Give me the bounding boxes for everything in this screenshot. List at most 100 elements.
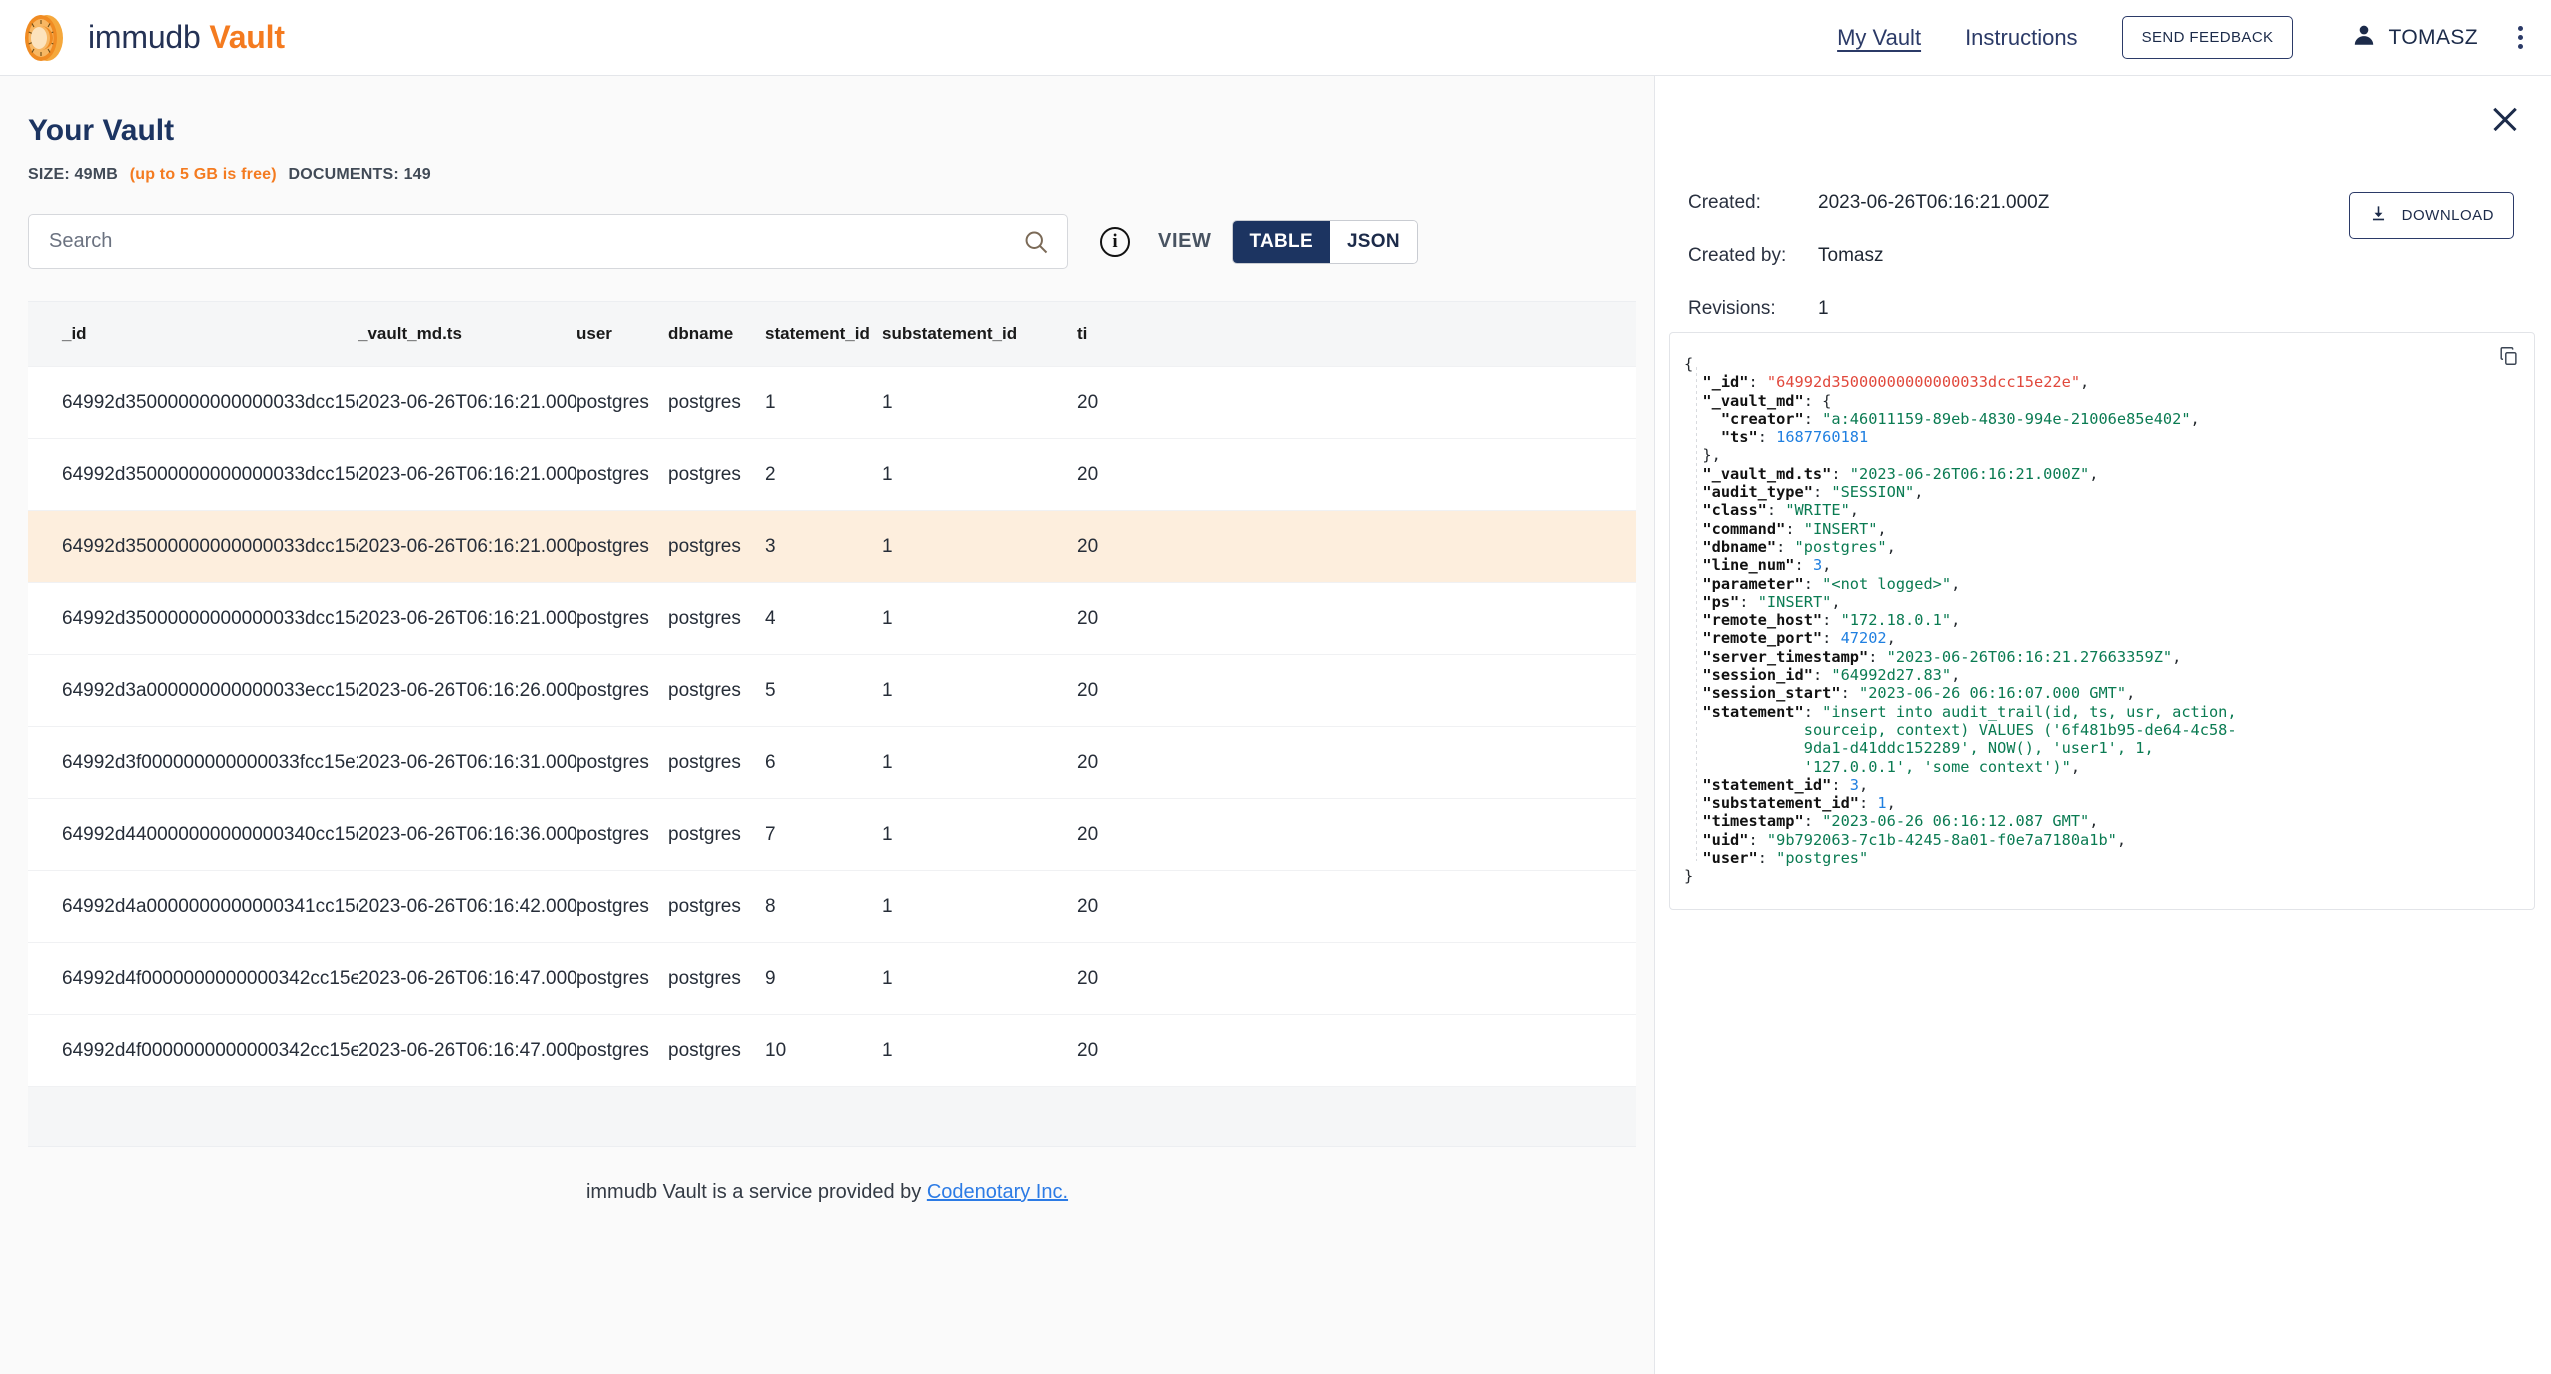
cell-timestamp: 20 bbox=[1077, 679, 1099, 701]
nav-my-vault[interactable]: My Vault bbox=[1837, 25, 1921, 51]
cell-statement-id: 5 bbox=[765, 679, 776, 701]
created-value: 2023-06-26T06:16:21.000Z bbox=[1818, 192, 2050, 213]
info-circle-icon[interactable]: i bbox=[1100, 226, 1130, 257]
send-feedback-button[interactable]: SEND FEEDBACK bbox=[2121, 16, 2294, 59]
cell-dbname: postgres bbox=[668, 391, 741, 413]
column-header-timestamp[interactable]: ti bbox=[1077, 324, 1197, 344]
cell-timestamp: 20 bbox=[1077, 463, 1099, 485]
cell-dbname: postgres bbox=[668, 463, 741, 485]
cell-timestamp: 20 bbox=[1077, 607, 1099, 629]
table-row[interactable]: 64992d3f000000000000033fcc15e231 2023-06… bbox=[28, 727, 1636, 799]
cell-ts: 2023-06-26T06:16:21.000Z bbox=[358, 463, 576, 485]
cell-timestamp: 20 bbox=[1077, 895, 1099, 917]
cell-id: 64992d35000000000000033dcc15e22c bbox=[62, 391, 358, 413]
cell-statement-id: 2 bbox=[765, 463, 776, 485]
cell-user: postgres bbox=[576, 463, 649, 485]
cell-timestamp: 20 bbox=[1077, 751, 1099, 773]
column-header-user[interactable]: user bbox=[576, 324, 668, 344]
created-row: Created: 2023-06-26T06:16:21.000Z bbox=[1688, 192, 2049, 214]
cell-statement-id: 8 bbox=[765, 895, 776, 917]
search-input[interactable] bbox=[29, 215, 1067, 268]
table-header-row: _id _vault_md.ts user dbname statement_i… bbox=[28, 302, 1636, 367]
cell-id: 64992d4f0000000000000342cc15e235 bbox=[62, 1039, 358, 1061]
cell-ts: 2023-06-26T06:16:36.000Z bbox=[358, 823, 576, 845]
cell-ts: 2023-06-26T06:16:31.000Z bbox=[358, 751, 576, 773]
kebab-menu-icon[interactable] bbox=[2512, 20, 2529, 55]
revisions-value: 1 bbox=[1818, 298, 1829, 319]
table-row[interactable]: 64992d440000000000000340cc15e232 2023-06… bbox=[28, 799, 1636, 871]
search-box[interactable] bbox=[28, 214, 1068, 269]
cell-id: 64992d3a000000000000033ecc15e230 bbox=[62, 679, 358, 701]
cell-user: postgres bbox=[576, 391, 649, 413]
cell-id: 64992d4a0000000000000341cc15e233 bbox=[62, 895, 358, 917]
table-row[interactable]: 64992d3a000000000000033ecc15e230 2023-06… bbox=[28, 655, 1636, 727]
download-button[interactable]: DOWNLOAD bbox=[2348, 192, 2514, 239]
user-account-menu[interactable]: TOMASZ bbox=[2351, 22, 2478, 53]
document-detail-panel: Created: 2023-06-26T06:16:21.000Z Create… bbox=[1654, 76, 2551, 1374]
download-icon bbox=[2369, 204, 2388, 227]
cell-substatement-id: 1 bbox=[882, 679, 893, 701]
brand-logo[interactable]: immudb Vault bbox=[20, 12, 285, 64]
cell-timestamp: 20 bbox=[1077, 391, 1099, 413]
revisions-row: Revisions: 1 bbox=[1688, 298, 1829, 320]
table-row-selected[interactable]: 64992d35000000000000033dcc15e22e 2023-06… bbox=[28, 511, 1636, 583]
table-row[interactable]: 64992d4f0000000000000342cc15e235 2023-06… bbox=[28, 1015, 1636, 1087]
person-icon bbox=[2351, 22, 2377, 53]
view-option-json[interactable]: JSON bbox=[1329, 220, 1417, 263]
table-row[interactable]: 64992d35000000000000033dcc15e22c 2023-06… bbox=[28, 367, 1636, 439]
cell-ts: 2023-06-26T06:16:26.000Z bbox=[358, 679, 576, 701]
close-icon[interactable] bbox=[2487, 101, 2523, 137]
copy-icon[interactable] bbox=[2498, 345, 2520, 372]
cell-statement-id: 3 bbox=[765, 535, 776, 557]
created-by-label: Created by: bbox=[1688, 245, 1787, 266]
column-header-dbname[interactable]: dbname bbox=[668, 324, 765, 344]
column-header-vault-md-ts[interactable]: _vault_md.ts bbox=[358, 324, 576, 344]
cell-statement-id: 6 bbox=[765, 751, 776, 773]
cell-dbname: postgres bbox=[668, 535, 741, 557]
view-option-table[interactable]: TABLE bbox=[1232, 220, 1330, 263]
cell-statement-id: 4 bbox=[765, 607, 776, 629]
column-header-statement-id[interactable]: statement_id bbox=[765, 324, 882, 344]
nav-instructions[interactable]: Instructions bbox=[1965, 25, 2078, 51]
table-row[interactable]: 64992d4a0000000000000341cc15e233 2023-06… bbox=[28, 871, 1636, 943]
table-row[interactable]: 64992d35000000000000033dcc15e22f 2023-06… bbox=[28, 583, 1636, 655]
documents-value: 149 bbox=[403, 166, 431, 183]
table-footer-row bbox=[28, 1087, 1636, 1147]
cell-user: postgres bbox=[576, 535, 649, 557]
cell-dbname: postgres bbox=[668, 751, 741, 773]
cell-user: postgres bbox=[576, 967, 649, 989]
cell-statement-id: 7 bbox=[765, 823, 776, 845]
view-toggle[interactable]: TABLE JSON bbox=[1231, 219, 1418, 264]
size-label: SIZE: bbox=[28, 166, 70, 183]
cell-timestamp: 20 bbox=[1077, 967, 1099, 989]
cell-dbname: postgres bbox=[668, 967, 741, 989]
cell-substatement-id: 1 bbox=[882, 463, 893, 485]
cell-ts: 2023-06-26T06:16:21.000Z bbox=[358, 391, 576, 413]
magnifier-icon[interactable] bbox=[1019, 225, 1053, 259]
cell-substatement-id: 1 bbox=[882, 391, 893, 413]
column-header-id[interactable]: _id bbox=[28, 324, 358, 344]
cell-statement-id: 10 bbox=[765, 1039, 787, 1061]
cell-dbname: postgres bbox=[668, 1039, 741, 1061]
cell-id: 64992d35000000000000033dcc15e22d bbox=[62, 463, 358, 485]
cell-substatement-id: 1 bbox=[882, 823, 893, 845]
cell-substatement-id: 1 bbox=[882, 751, 893, 773]
vault-disc-icon bbox=[20, 12, 72, 64]
cell-timestamp: 20 bbox=[1077, 823, 1099, 845]
cell-user: postgres bbox=[576, 1039, 649, 1061]
footer-note: immudb Vault is a service provided by Co… bbox=[0, 1181, 1654, 1204]
cell-dbname: postgres bbox=[668, 895, 741, 917]
column-header-substatement-id[interactable]: substatement_id bbox=[882, 324, 1077, 344]
codenotary-link[interactable]: Codenotary Inc. bbox=[927, 1181, 1068, 1203]
footer-text: immudb Vault is a service provided by bbox=[585, 1181, 927, 1203]
view-label: VIEW bbox=[1158, 230, 1212, 252]
page-title: Your Vault bbox=[28, 114, 175, 147]
nav-right-group: My Vault Instructions SEND FEEDBACK TOMA… bbox=[1837, 16, 2529, 59]
cell-ts: 2023-06-26T06:16:21.000Z bbox=[358, 607, 576, 629]
table-row[interactable]: 64992d35000000000000033dcc15e22d 2023-06… bbox=[28, 439, 1636, 511]
cell-substatement-id: 1 bbox=[882, 535, 893, 557]
top-navigation-bar: immudb Vault My Vault Instructions SEND … bbox=[0, 0, 2551, 76]
table-row[interactable]: 64992d4f0000000000000342cc15e234 2023-06… bbox=[28, 943, 1636, 1015]
cell-id: 64992d35000000000000033dcc15e22f bbox=[62, 607, 358, 629]
documents-table: _id _vault_md.ts user dbname statement_i… bbox=[28, 301, 1636, 1147]
